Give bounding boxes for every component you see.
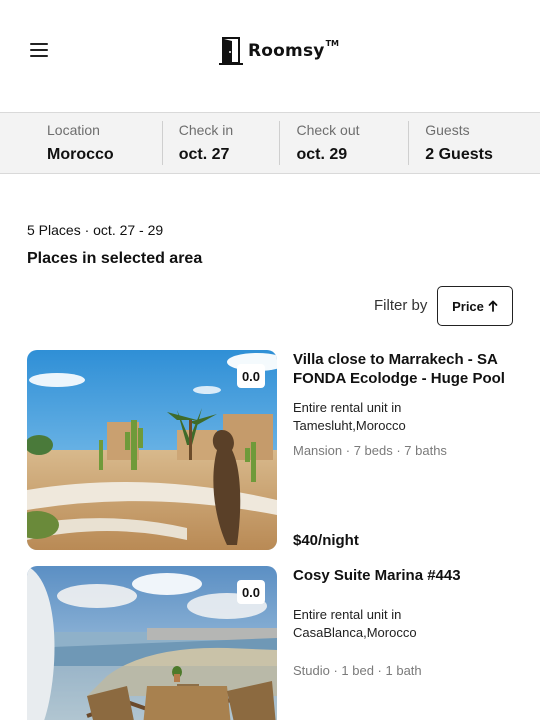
check-out-label: Check out [296,122,360,138]
listing-info: Villa close to Marrakech - SA FONDA Ecol… [293,350,513,458]
check-out-field[interactable]: Check out oct. 29 [280,113,408,173]
listing-title[interactable]: Cosy Suite Marina #443 [293,566,513,585]
check-in-field[interactable]: Check in oct. 27 [163,113,280,173]
search-bar: Location Morocco Check in oct. 27 Check … [0,112,540,174]
guests-field[interactable]: Guests 2 Guests [409,113,540,173]
listing-type: Entire rental unit in Tamesluht,Morocco [293,400,406,433]
listing-photo[interactable]: 0.0 [27,350,277,550]
listing-card[interactable]: 0.0 Cosy Suite Marina #443 Entire rental… [27,566,513,720]
listing-price: $40/night [293,532,359,549]
trademark-mark: TM [325,38,339,48]
listing-type: Entire rental unit in CasaBlanca,Morocco [293,607,417,640]
location-field[interactable]: Location Morocco [0,113,162,173]
app-header: Roomsy TM [0,0,540,112]
results-summary: 5 Places · oct. 27 - 29 [27,222,164,238]
door-icon [219,37,243,65]
check-in-value: oct. 27 [178,146,230,163]
listing-specs: Mansion · 7 beds · 7 baths [293,443,447,458]
listing-specs: Studio · 1 bed · 1 bath [293,663,422,678]
brand-logo[interactable]: Roomsy TM [218,36,339,66]
filter-label: Filter by [374,297,428,314]
listing-card[interactable]: 0.0 Villa close to Marrakech - SA FONDA … [27,350,513,550]
listing-title[interactable]: Villa close to Marrakech - SA FONDA Ecol… [293,350,513,388]
check-in-label: Check in [178,122,234,138]
results-title: Places in selected area [27,250,203,267]
brand-name: Roomsy [248,41,325,61]
listing-photo[interactable]: 0.0 [27,566,277,720]
hamburger-menu-icon[interactable] [30,42,50,58]
arrow-up-icon [488,300,498,312]
location-label: Location [47,122,100,138]
rating-badge: 0.0 [237,580,265,604]
guests-value: 2 Guests [425,146,493,163]
guests-label: Guests [425,122,470,138]
check-out-value: oct. 29 [296,146,348,163]
listing-info: Cosy Suite Marina #443 Entire rental uni… [293,566,513,678]
rating-badge: 0.0 [237,364,265,388]
sort-price-label: Price [452,298,484,314]
sort-price-button[interactable]: Price [437,286,513,326]
location-value: Morocco [47,146,114,163]
